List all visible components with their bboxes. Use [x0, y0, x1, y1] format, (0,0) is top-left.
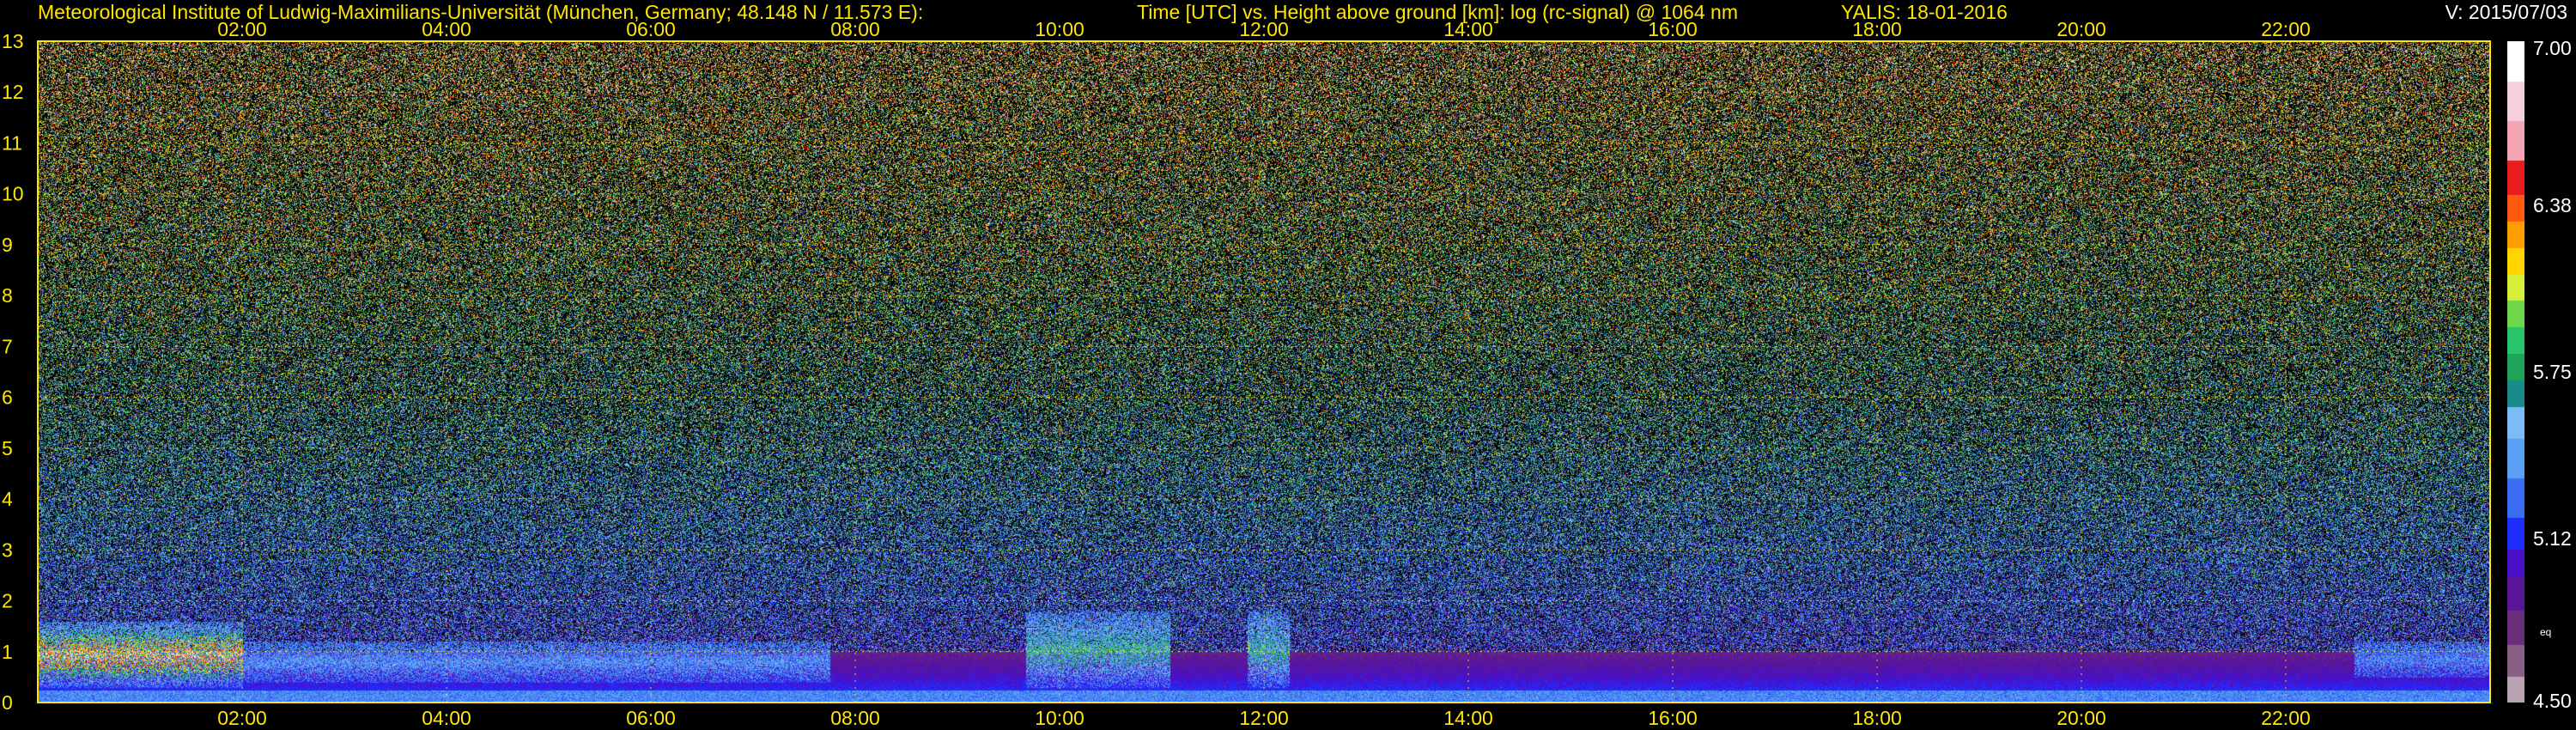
colorbar-eq-label: eq	[2540, 626, 2551, 638]
y-tick-label: 3	[2, 538, 13, 561]
x-tick-label-bottom: 20:00	[2057, 707, 2106, 729]
x-tick-label-top: 18:00	[1852, 18, 1902, 40]
y-tick-label: 5	[2, 437, 13, 459]
y-tick-label: 11	[2, 131, 22, 154]
x-tick-label-top: 22:00	[2261, 18, 2311, 40]
y-tick-label: 2	[2, 590, 13, 612]
x-tick-label-bottom: 22:00	[2261, 707, 2311, 729]
y-tick-label: 13	[2, 30, 24, 52]
x-tick-label-top: 20:00	[2057, 18, 2106, 40]
y-tick-label: 6	[2, 386, 13, 409]
y-tick-label: 4	[2, 488, 13, 510]
x-tick-label-top: 08:00	[830, 18, 880, 40]
x-tick-label-bottom: 06:00	[626, 707, 676, 729]
y-tick-label: 8	[2, 284, 13, 307]
chart-axes: 02:00 02:00 04:00 04:00 06:00 06:00 08:00 08:00…	[2, 18, 2572, 729]
x-tick-label-bottom: 16:00	[1648, 707, 1698, 729]
colorbar-tick-label: 7.00	[2533, 37, 2572, 59]
colorbar-tick-label: 5.12	[2533, 527, 2572, 550]
x-tick-label-top: 04:00	[422, 18, 471, 40]
x-tick-label-top: 14:00	[1443, 18, 1493, 40]
x-tick-label-bottom: 10:00	[1035, 707, 1084, 729]
x-tick-label-top: 16:00	[1648, 18, 1698, 40]
y-tick-label: 10	[2, 183, 24, 205]
y-tick-label: 0	[2, 691, 13, 714]
x-tick-label-bottom: 08:00	[830, 707, 880, 729]
x-tick-label-top: 10:00	[1035, 18, 1084, 40]
x-tick-label-top: 02:00	[217, 18, 267, 40]
colorbar-tick-label: 6.38	[2533, 194, 2572, 216]
x-tick-label-bottom: 12:00	[1239, 707, 1289, 729]
y-tick-label: 9	[2, 234, 13, 256]
colorbar-tick-label: 5.75	[2533, 361, 2572, 383]
y-tick-label: 1	[2, 641, 13, 663]
x-tick-label-top: 12:00	[1239, 18, 1289, 40]
x-tick-label-bottom: 02:00	[217, 707, 267, 729]
y-tick-label: 7	[2, 335, 13, 357]
y-tick-label: 12	[2, 81, 24, 103]
x-tick-label-top: 06:00	[626, 18, 676, 40]
x-tick-label-bottom: 18:00	[1852, 707, 1902, 729]
lidar-chart-figure: Meteorological Institute of Ludwig-Maxim…	[0, 0, 2576, 730]
x-tick-label-bottom: 04:00	[422, 707, 471, 729]
x-tick-label-bottom: 14:00	[1443, 707, 1493, 729]
colorbar-tick-label: 4.50	[2533, 690, 2572, 712]
